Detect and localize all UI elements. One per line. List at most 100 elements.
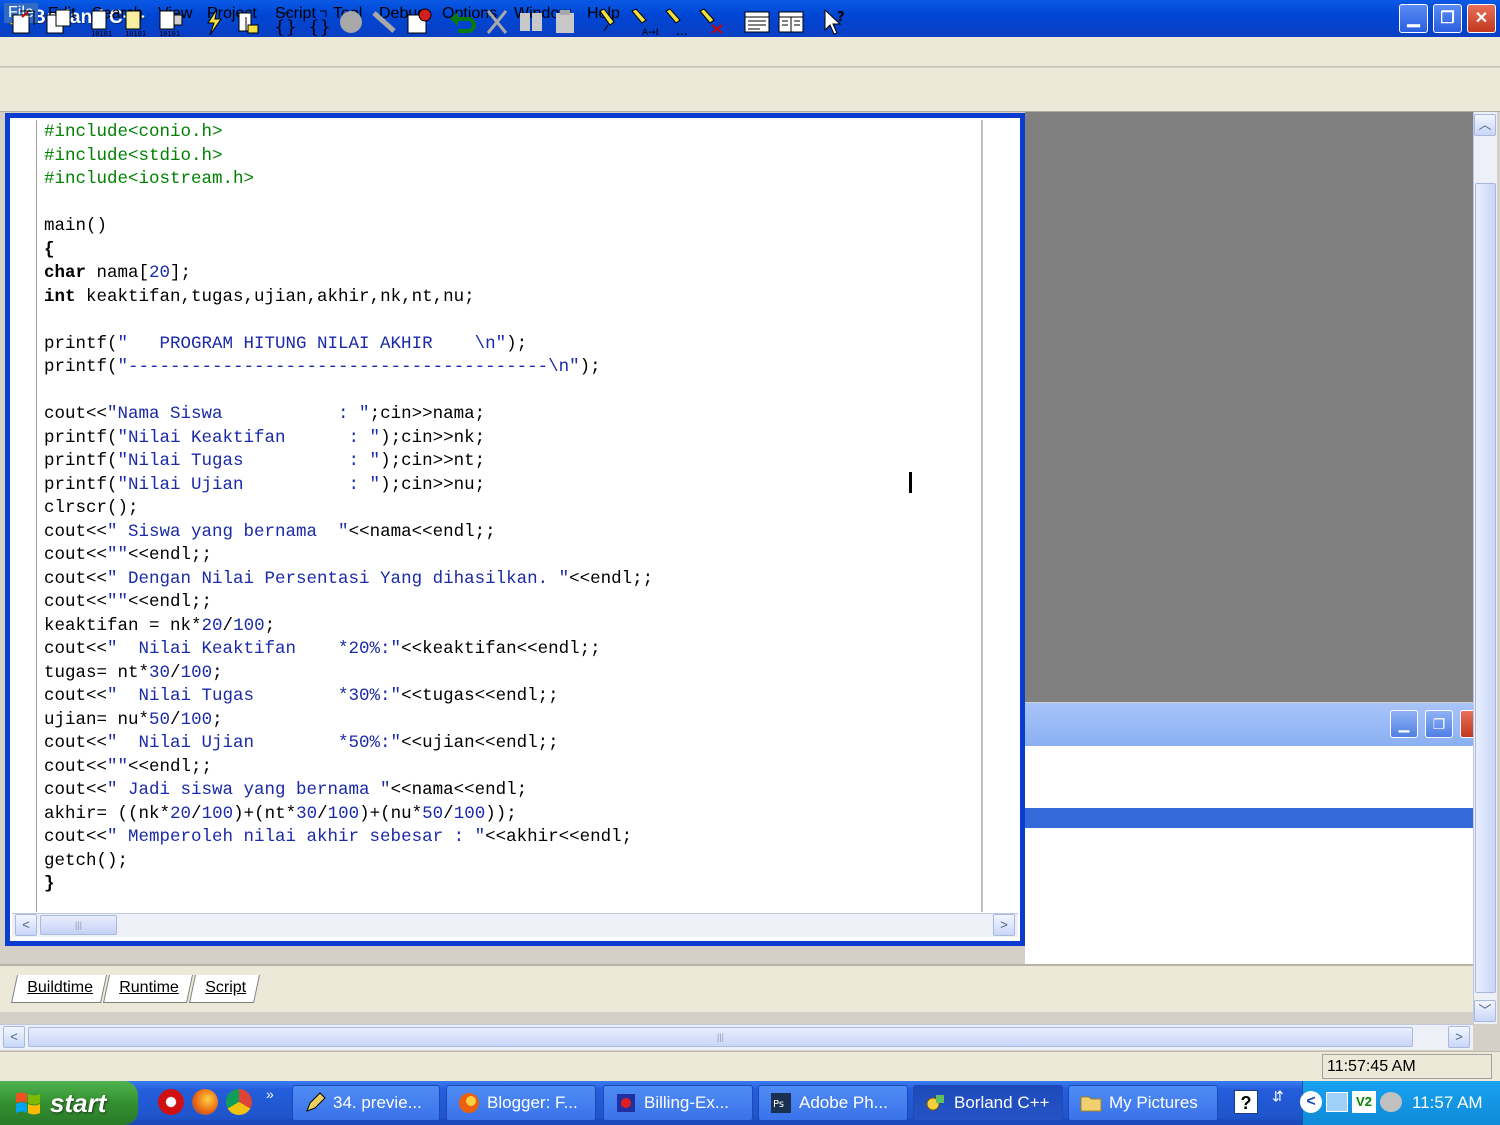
browse-symbol-icon[interactable] (696, 7, 726, 37)
editor-scroll-thumb[interactable]: ||| (40, 915, 117, 935)
code-token: <<tugas<<endl;; (401, 686, 559, 706)
code-line[interactable]: printf("--------------------------------… (44, 357, 601, 377)
vertical-scroll-thumb[interactable] (1475, 183, 1496, 993)
minimize-button[interactable]: ▁ (1399, 4, 1428, 33)
run-icon[interactable] (200, 7, 230, 37)
scroll-left-icon[interactable]: < (15, 914, 37, 936)
code-line[interactable]: #include<stdio.h> (44, 146, 223, 166)
code-line[interactable]: cout<<" Nilai Tugas *30%:"<<tugas<<endl;… (44, 686, 559, 706)
taskbar-item-borland[interactable]: Borland C++ (913, 1085, 1063, 1121)
code-token: <<endl;; (569, 568, 654, 589)
code-line[interactable]: #include<conio.h> (44, 122, 223, 142)
code-line[interactable]: tugas= nt*30/100; (44, 663, 223, 683)
code-line[interactable]: cout<<"Nama Siswa : ";cin>>nama; (44, 404, 485, 424)
tray-expand-icon[interactable]: < (1300, 1091, 1322, 1113)
taskbar-item-blogger[interactable]: Blogger: F... (446, 1085, 596, 1121)
message-scroll-right-icon[interactable]: > (1448, 1026, 1470, 1048)
search-again-icon[interactable]: ... (662, 7, 692, 38)
close-button[interactable]: ✕ (1467, 4, 1496, 33)
code-line[interactable]: } (44, 874, 55, 894)
build-all-icon[interactable]: 10101 (156, 7, 186, 38)
make-icon[interactable]: 10101 (122, 7, 152, 38)
code-line[interactable]: printf("Nilai Keaktifan : ");cin>>nk; (44, 428, 485, 448)
message-window-icon[interactable] (742, 7, 772, 37)
network-icon[interactable] (1326, 1092, 1348, 1112)
code-line[interactable]: cout<<" Nilai Keaktifan *20%:"<<keaktifa… (44, 639, 601, 659)
firefox-icon[interactable] (192, 1089, 218, 1115)
code-line[interactable]: keaktifan = nk*20/100; (44, 616, 275, 636)
opera-icon[interactable] (158, 1089, 184, 1115)
code-line[interactable]: ujian= nu*50/100; (44, 710, 223, 730)
code-token: " PROGRAM HITUNG NILAI AKHIR \n" (117, 333, 507, 354)
tab-buildtime[interactable]: Buildtime (11, 975, 107, 1003)
code-token: <<ujian<<endl;; (401, 733, 559, 753)
scroll-right-icon[interactable]: > (993, 914, 1015, 936)
code-line[interactable]: cout<<" Memperoleh nilai akhir sebesar :… (44, 827, 632, 847)
taskbar-item-photoshop[interactable]: Ps Adobe Ph... (758, 1085, 908, 1121)
search-icon[interactable] (594, 7, 624, 37)
desktop-toggle-icon[interactable]: ⇵ (1272, 1088, 1284, 1105)
message-close-button[interactable] (1460, 710, 1473, 738)
code-line[interactable]: main() (44, 216, 107, 236)
code-line[interactable]: clrscr(); (44, 498, 139, 518)
code-line[interactable]: printf("Nilai Ujian : ");cin>>nu; (44, 475, 485, 495)
taskbar-item-billing[interactable]: Billing-Ex... (603, 1085, 753, 1121)
breakpoint-icon[interactable] (404, 7, 434, 37)
quicklaunch-more-icon[interactable]: » (266, 1086, 274, 1102)
message-maximize-button[interactable]: ❐ (1425, 710, 1453, 738)
replace-icon[interactable]: A→B (628, 7, 662, 38)
statement-step-icon[interactable]: {} (302, 7, 332, 38)
code-token: "" (107, 545, 129, 565)
code-line[interactable]: printf(" PROGRAM HITUNG NILAI AKHIR \n")… (44, 334, 527, 354)
scroll-up-icon[interactable]: ︿ (1474, 114, 1496, 136)
code-line[interactable]: char nama[20]; (44, 263, 191, 283)
message-scroll-thumb[interactable]: ||| (28, 1027, 1413, 1047)
tab-runtime[interactable]: Runtime (103, 975, 193, 1003)
context-help-icon[interactable]: ? (820, 7, 850, 37)
svg-text:10101: 10101 (91, 30, 112, 37)
scroll-down-icon[interactable]: ﹀ (1474, 1000, 1496, 1022)
step-over-icon[interactable] (234, 7, 264, 37)
antivirus-icon[interactable]: V2 (1352, 1091, 1376, 1113)
code-line[interactable]: akhir= ((nk*20/100)+(nt*30/100)+(nu*50/1… (44, 804, 517, 824)
code-line[interactable]: cout<<""<<endl;; (44, 592, 212, 612)
project-window-icon[interactable] (776, 7, 806, 37)
compile-icon[interactable]: 10101 (88, 7, 118, 38)
code-token: <<akhir<<endl; (485, 827, 633, 847)
code-token: " Siswa yang bernama " (107, 521, 349, 542)
code-token: "" (107, 756, 129, 777)
code-token: );cin>>nk; (380, 427, 486, 448)
editor-horizontal-scrollbar[interactable] (12, 913, 1018, 937)
code-token: "Nilai Ujian : " (117, 474, 381, 495)
code-token: 50 (422, 803, 444, 824)
volume-icon[interactable] (1380, 1092, 1402, 1112)
code-editor[interactable]: #include<conio.h> #include<stdio.h> #inc… (44, 121, 653, 897)
message-selected-row[interactable] (1025, 808, 1473, 828)
taskbar-item-preview[interactable]: 34. previe... (292, 1085, 440, 1121)
code-line[interactable]: #include<iostream.h> (44, 169, 254, 189)
taskbar-item-my-pictures[interactable]: My Pictures (1068, 1085, 1218, 1121)
code-line[interactable]: printf("Nilai Tugas : ");cin>>nt; (44, 451, 485, 471)
code-token: / (170, 662, 181, 683)
message-minimize-button[interactable]: ▁ (1390, 710, 1418, 738)
chrome-icon[interactable] (226, 1089, 252, 1115)
code-line[interactable]: cout<<" Jadi siswa yang bernama "<<nama<… (44, 780, 527, 800)
code-token: akhir= ((nk* (44, 803, 171, 824)
help-icon[interactable]: ? (1234, 1090, 1258, 1114)
save-project-icon[interactable] (44, 7, 74, 37)
trace-into-icon[interactable]: {} (268, 7, 298, 38)
code-line[interactable]: cout<<""<<endl;; (44, 757, 212, 777)
code-line[interactable]: cout<<""<<endl;; (44, 545, 212, 565)
code-line[interactable]: cout<<" Siswa yang bernama "<<nama<<endl… (44, 522, 496, 542)
open-project-icon[interactable] (10, 7, 40, 37)
code-line[interactable]: int keaktifan,tugas,ujian,akhir,nk,nt,nu… (44, 287, 475, 307)
code-line[interactable]: { (44, 240, 55, 260)
maximize-button[interactable]: ❐ (1433, 4, 1462, 33)
message-scroll-left-icon[interactable]: < (3, 1026, 25, 1048)
code-line[interactable]: cout<<" Nilai Ujian *50%:"<<ujian<<endl;… (44, 733, 559, 753)
tab-script[interactable]: Script (189, 975, 260, 1003)
firefox-task-icon (459, 1093, 479, 1113)
code-line[interactable]: cout<<" Dengan Nilai Persentasi Yang dih… (44, 569, 653, 589)
undo-icon[interactable] (448, 7, 478, 37)
code-line[interactable]: getch(); (44, 851, 128, 871)
